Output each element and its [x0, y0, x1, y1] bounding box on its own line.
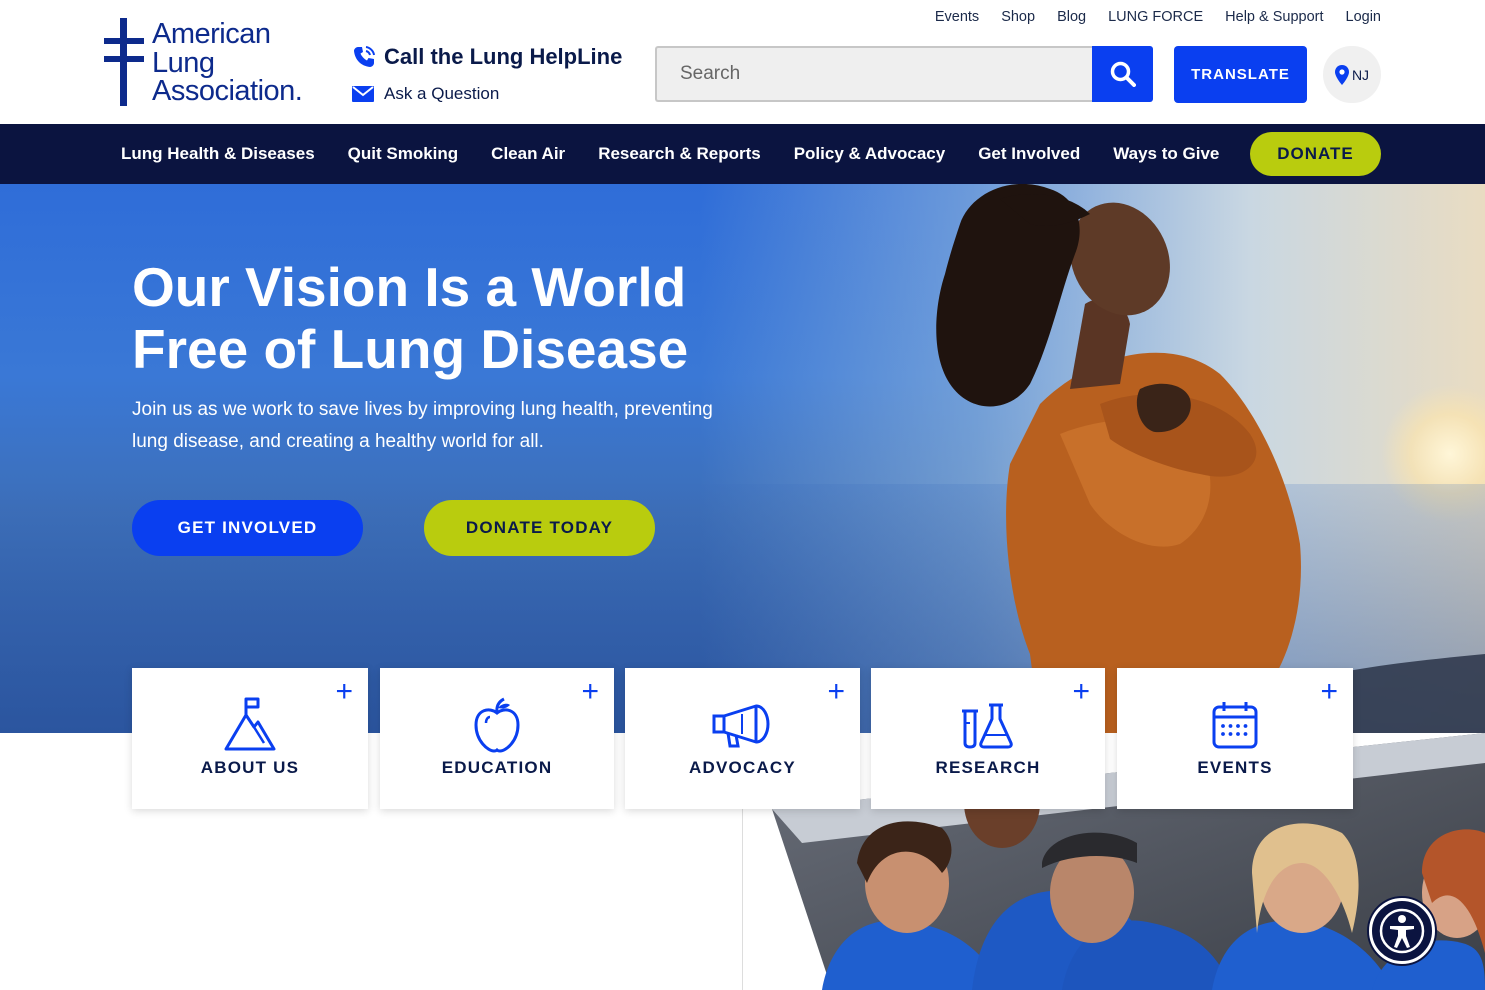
state-code: NJ: [1351, 66, 1370, 83]
plus-icon: +: [335, 675, 353, 708]
plus-icon: +: [1320, 675, 1338, 708]
logo[interactable]: American Lung Association.: [104, 18, 324, 108]
search-bar: [655, 46, 1153, 102]
card-advocacy[interactable]: + ADVOCACY: [625, 668, 860, 809]
logo-wordmark: American Lung Association.: [152, 18, 303, 107]
donate-button[interactable]: DONATE: [1250, 132, 1381, 176]
card-research[interactable]: + RESEARCH: [871, 668, 1105, 809]
helpline-link[interactable]: Call the Lung HelpLine: [352, 44, 622, 70]
util-nav-shop[interactable]: Shop: [1001, 9, 1035, 25]
get-involved-button[interactable]: GET INVOLVED: [132, 500, 363, 556]
megaphone-icon: [712, 704, 770, 748]
lorraine-cross-icon: [104, 18, 144, 106]
ask-question-link[interactable]: Ask a Question: [352, 84, 499, 104]
card-about-us[interactable]: + ABOUT US: [132, 668, 368, 809]
plus-icon: +: [827, 675, 845, 708]
hero-subtitle: Join us as we work to save lives by impr…: [132, 399, 713, 452]
hero-title: Our Vision Is a World Free of Lung Disea…: [132, 256, 689, 380]
hero-banner: Our Vision Is a World Free of Lung Disea…: [0, 184, 1485, 733]
plus-icon: +: [1072, 675, 1090, 708]
helpline-label: Call the Lung HelpLine: [384, 44, 623, 69]
calendar-icon: [1212, 702, 1258, 749]
card-education[interactable]: + EDUCATION: [380, 668, 614, 809]
donate-today-button[interactable]: DONATE TODAY: [424, 500, 655, 556]
util-nav-blog[interactable]: Blog: [1057, 9, 1086, 25]
search-button[interactable]: [1092, 46, 1153, 102]
plus-icon: +: [581, 675, 599, 708]
mountain-flag-icon: [224, 697, 276, 751]
util-nav-events[interactable]: Events: [935, 9, 979, 25]
card-label: ADVOCACY: [689, 758, 796, 777]
location-pin-icon: [1334, 64, 1349, 85]
search-input[interactable]: [655, 46, 1093, 102]
nav-policy-advocacy[interactable]: Policy & Advocacy: [794, 144, 946, 164]
card-label: EVENTS: [1197, 758, 1273, 777]
accessibility-icon: [1379, 908, 1425, 954]
utility-nav: Events Shop Blog LUNG FORCE Help & Suppo…: [935, 9, 1381, 25]
nav-quit-smoking[interactable]: Quit Smoking: [348, 144, 459, 164]
ask-question-label: Ask a Question: [384, 84, 500, 103]
nav-ways-to-give[interactable]: Ways to Give: [1113, 144, 1219, 164]
card-label: EDUCATION: [441, 758, 553, 777]
site-header: American Lung Association. Call the Lung…: [0, 0, 1485, 124]
quick-links: + ABOUT US + EDUCATION + ADVOCACY + RESE…: [132, 668, 1353, 809]
util-nav-login[interactable]: Login: [1346, 9, 1381, 25]
flask-icon: [962, 703, 1013, 749]
accessibility-button[interactable]: [1369, 898, 1435, 964]
card-label: RESEARCH: [935, 758, 1041, 777]
nav-lung-health[interactable]: Lung Health & Diseases: [121, 144, 315, 164]
search-icon: [1110, 61, 1136, 87]
envelope-icon: [352, 86, 374, 102]
apple-icon: [474, 697, 520, 753]
util-nav-lung-force[interactable]: LUNG FORCE: [1108, 9, 1203, 25]
state-selector[interactable]: NJ: [1323, 46, 1381, 103]
nav-clean-air[interactable]: Clean Air: [491, 144, 565, 164]
util-nav-help-support[interactable]: Help & Support: [1225, 9, 1323, 25]
card-events[interactable]: + EVENTS: [1117, 668, 1353, 809]
card-label: ABOUT US: [200, 758, 300, 777]
nav-research-reports[interactable]: Research & Reports: [598, 144, 761, 164]
nav-get-involved[interactable]: Get Involved: [978, 144, 1080, 164]
translate-button[interactable]: TRANSLATE: [1174, 46, 1307, 103]
phone-icon: [354, 46, 375, 67]
